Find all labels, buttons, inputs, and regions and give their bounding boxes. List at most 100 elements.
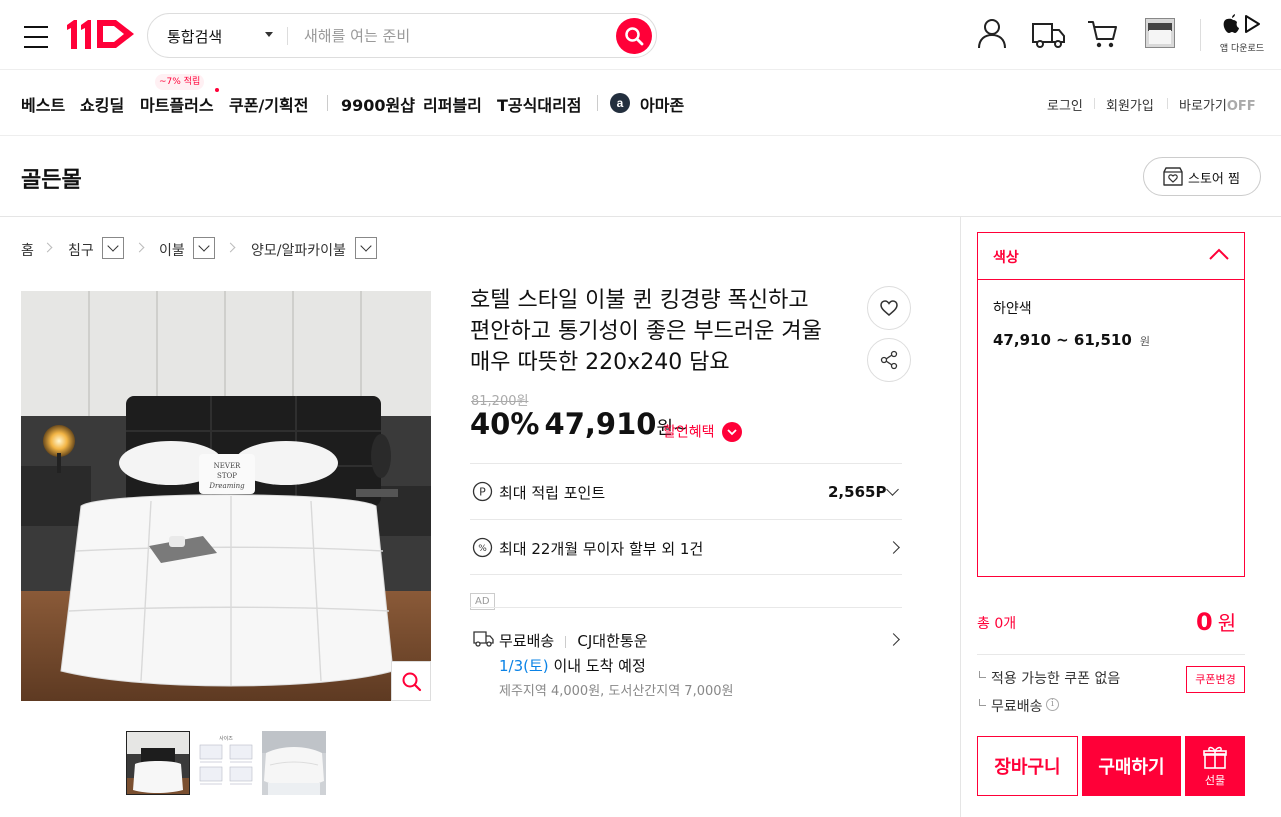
delivery-date: 1/3(토) [499, 657, 549, 675]
nav-divider [327, 95, 328, 111]
installment-icon: % [472, 537, 493, 558]
logo-11st-icon [67, 20, 134, 49]
installment-more-icon[interactable] [887, 541, 900, 554]
shipping-row: 무료배송 CJ대한통운 [499, 630, 648, 651]
info-divider [470, 607, 902, 608]
caret-down-icon[interactable] [265, 32, 273, 37]
buy-now-button[interactable]: 구매하기 [1082, 736, 1181, 796]
app-download-link[interactable]: 앱 다운로드 [1214, 13, 1270, 57]
delivery-estimate: 1/3(토) 이내 도착 예정 [499, 655, 646, 676]
coupon-status: 적용 가능한 쿠폰 없음 [991, 671, 1121, 687]
nav-amazon[interactable]: 아마존 [640, 92, 684, 116]
option-item-white[interactable]: 하얀색 47,910 ~ 61,510 원 [978, 281, 1244, 361]
heart-icon [880, 300, 898, 316]
zoom-button[interactable] [391, 661, 431, 701]
delivery-truck-icon[interactable] [1031, 20, 1067, 50]
gift-icon [1203, 746, 1227, 769]
login-link[interactable]: 로그인 [1047, 95, 1083, 114]
top-header: 통합검색 새해를 여는 준비 앱 다운로드 [0, 0, 1281, 70]
search-input[interactable] [304, 21, 604, 51]
store-follow-button[interactable]: 스토어 찜 [1143, 157, 1261, 196]
option-title: 색상 [993, 250, 1019, 266]
signup-link[interactable]: 회원가입 [1106, 95, 1154, 114]
free-shipping-label: 무료배송 [991, 699, 1043, 715]
breadcrumb-home[interactable]: 홈 [21, 240, 34, 260]
store-heart-icon [1163, 167, 1183, 186]
total-unit: 원 [1217, 611, 1237, 635]
nav-best[interactable]: 베스트 [21, 92, 65, 116]
thumbnail-size-chart-image: 사이즈 [194, 731, 258, 795]
thumbnail-duvet-image [262, 731, 326, 795]
courier-name: CJ대한통운 [577, 632, 648, 650]
tree-line-icon [979, 671, 986, 678]
header-divider [1200, 19, 1201, 51]
shortcut-label: 바로가기 [1179, 99, 1227, 114]
tree-line-icon [979, 699, 986, 706]
product-main-image[interactable]: NEVER STOP Dreaming [21, 291, 431, 701]
buy-button-label: 구매하기 [1098, 757, 1165, 778]
store-bar: 골든몰 스토어 찜 [0, 136, 1281, 217]
nav-t-official-store[interactable]: T공식대리점 [497, 92, 582, 116]
shipping-more-icon[interactable] [887, 633, 900, 646]
wishlist-button[interactable] [867, 286, 911, 330]
product-title-line: 호텔 스타일 이불 퀸 킹경량 폭신하고 [470, 288, 809, 313]
info-divider [470, 519, 902, 520]
nav-9900-shop[interactable]: 9900원샵 [341, 92, 415, 116]
benefit-label: 할인혜택 [663, 424, 715, 441]
search-button[interactable] [616, 18, 652, 54]
chevron-right-icon [225, 242, 236, 253]
cart-icon[interactable] [1087, 19, 1119, 49]
search-icon [625, 27, 644, 46]
sidebar-divider [960, 217, 961, 817]
nav-shocking-deal[interactable]: 쇼킹딜 [80, 92, 124, 116]
amazon-icon[interactable]: a [610, 93, 630, 113]
gift-button[interactable]: 선물 [1185, 736, 1245, 796]
breadcrumb-wool-alpaca[interactable]: 양모/알파카이불 [251, 240, 346, 260]
shipping-truck-icon [473, 631, 494, 647]
search-type-select[interactable]: 통합검색 [167, 26, 222, 47]
discount-benefit-button[interactable]: 할인혜택 [663, 421, 742, 442]
thumbnail-size-label: 사이즈 [219, 735, 233, 742]
sale-price-row: 40% 47,910원~ [470, 407, 688, 441]
nav-mart-plus[interactable]: 마트플러스 [140, 92, 214, 116]
bedding-photo: NEVER STOP Dreaming [21, 291, 431, 701]
nav-refurbly[interactable]: 리퍼블리 [423, 92, 482, 116]
thumbnail-2[interactable]: 사이즈 [194, 731, 258, 795]
coupon-change-button[interactable]: 쿠폰변경 [1186, 666, 1245, 693]
recent-product-thumbnail[interactable] [1145, 18, 1175, 48]
breadcrumb-dropdown[interactable] [102, 237, 124, 259]
option-panel: 색상 하얀색 47,910 ~ 61,510 원 [977, 232, 1245, 577]
share-button[interactable] [867, 338, 911, 382]
thumbnail-3[interactable] [262, 731, 326, 795]
total-price-row: 0 원 [1196, 607, 1236, 636]
sale-price: 47,910 [544, 407, 657, 441]
info-icon[interactable]: i [1046, 698, 1059, 711]
shortcut-toggle[interactable]: 바로가기OFF [1179, 95, 1256, 114]
util-divider [1167, 98, 1168, 109]
breadcrumb-dropdown[interactable] [355, 237, 377, 259]
breadcrumb-blanket[interactable]: 이불 [159, 240, 185, 260]
search-bar: 통합검색 [147, 13, 657, 58]
store-name[interactable]: 골든몰 [21, 162, 82, 194]
thumbnail-1[interactable] [126, 731, 190, 795]
nav-coupon-event[interactable]: 쿠폰/기획전 [229, 92, 308, 116]
option-price: 47,910 ~ 61,510 [993, 331, 1132, 349]
user-icon[interactable] [976, 17, 1008, 49]
points-toggle-icon[interactable] [886, 483, 899, 496]
breadcrumb-dropdown[interactable] [193, 237, 215, 259]
zoom-search-icon [402, 672, 422, 692]
menu-icon[interactable] [24, 26, 48, 48]
points-value: 2,565P [828, 483, 887, 501]
product-title: 호텔 스타일 이불 퀸 킹경량 폭신하고 편안하고 통기성이 좋은 부드러운 겨… [470, 285, 860, 378]
gift-button-label: 선물 [1204, 774, 1226, 787]
util-divider [1094, 98, 1095, 109]
total-price: 0 [1196, 608, 1213, 636]
svg-text:a: a [617, 96, 624, 110]
logo[interactable] [64, 16, 136, 52]
breadcrumb-bedding[interactable]: 침구 [68, 240, 94, 260]
add-to-cart-button[interactable]: 장바구니 [977, 736, 1078, 796]
shipping-divider [565, 635, 567, 648]
apple-play-icon [1223, 14, 1260, 33]
option-header[interactable]: 색상 [978, 233, 1244, 280]
mart-plus-badge: ~7% 적립 [155, 74, 205, 90]
